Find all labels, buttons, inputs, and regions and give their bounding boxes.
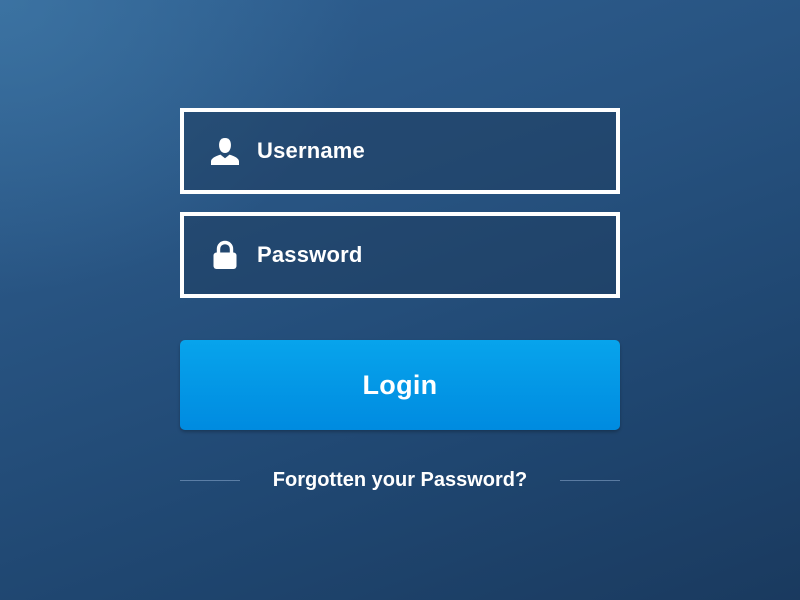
- password-placeholder: Password: [257, 242, 363, 267]
- username-placeholder: Username: [257, 138, 365, 163]
- forgot-password-link[interactable]: Forgotten your Password?: [240, 466, 560, 494]
- user-icon: [208, 134, 242, 168]
- divider-right: [560, 480, 620, 481]
- lock-icon: [208, 238, 242, 272]
- login-button-label: Login: [362, 369, 438, 400]
- username-field[interactable]: Username: [180, 108, 620, 194]
- divider-left: [180, 480, 240, 481]
- password-field[interactable]: Password: [180, 212, 620, 298]
- login-button[interactable]: Login: [180, 340, 620, 430]
